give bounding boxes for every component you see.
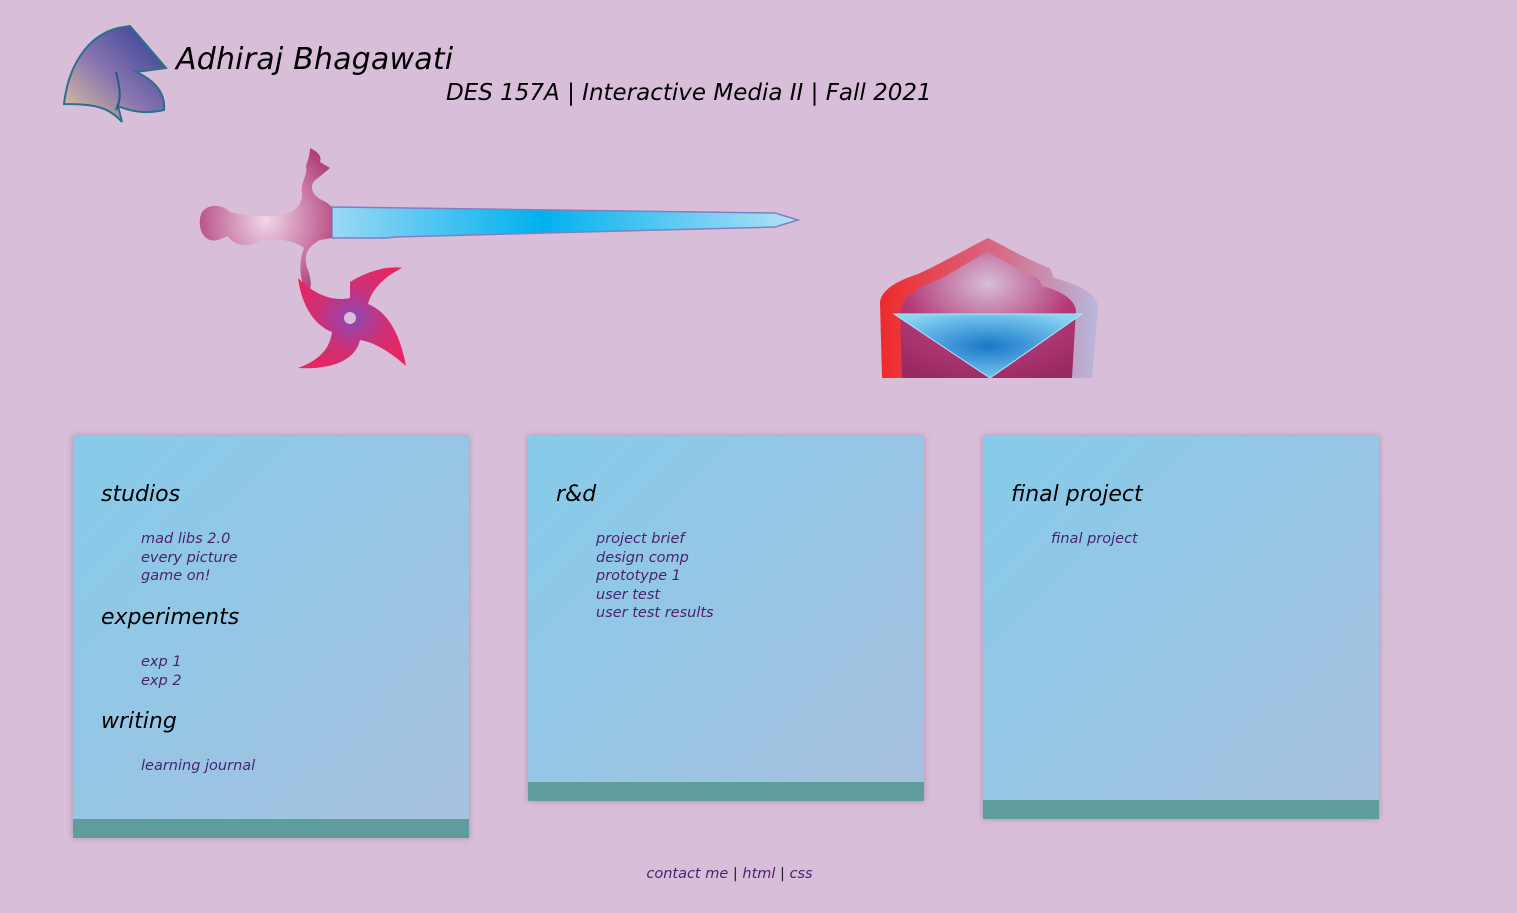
link-user-test-results[interactable]: user test results (596, 604, 714, 623)
link-game-on[interactable]: game on! (141, 567, 238, 586)
link-user-test[interactable]: user test (596, 586, 714, 605)
link-project-brief[interactable]: project brief (596, 530, 714, 549)
link-mad-libs[interactable]: mad libs 2.0 (141, 530, 238, 549)
section-title-studios: studios (101, 482, 181, 507)
footer-separator: | (780, 866, 785, 882)
section-title-writing: writing (101, 709, 177, 734)
logo-icon[interactable] (62, 22, 172, 124)
sword-illustration (199, 148, 801, 369)
section-title-rd: r&d (556, 482, 597, 507)
course-title: DES 157A | Interactive Media II | Fall 2… (446, 80, 932, 106)
link-exp-2[interactable]: exp 2 (141, 672, 182, 691)
link-prototype-1[interactable]: prototype 1 (596, 567, 714, 586)
card-footer-bar (983, 800, 1379, 819)
footer-links: contact me | html | css (0, 866, 1459, 882)
card-final-project: final project final project (983, 436, 1379, 819)
studios-link-list: mad libs 2.0 every picture game on! (141, 530, 238, 586)
section-title-experiments: experiments (101, 605, 240, 630)
card-studios: studios mad libs 2.0 every picture game … (73, 436, 469, 838)
final-project-link-list: final project (1051, 530, 1138, 549)
shield-illustration (880, 238, 1098, 378)
site-name: Adhiraj Bhagawati (176, 42, 454, 77)
rd-link-list: project brief design comp prototype 1 us… (596, 530, 714, 623)
html-link[interactable]: html (742, 866, 775, 882)
writing-link-list: learning journal (141, 757, 255, 776)
link-exp-1[interactable]: exp 1 (141, 653, 182, 672)
contact-link[interactable]: contact me (646, 866, 728, 882)
link-final-project[interactable]: final project (1051, 530, 1138, 549)
section-title-final-project: final project (1011, 482, 1143, 507)
card-footer-bar (73, 819, 469, 838)
card-footer-bar (528, 782, 924, 801)
link-design-comp[interactable]: design comp (596, 549, 714, 568)
link-learning-journal[interactable]: learning journal (141, 757, 255, 776)
css-link[interactable]: css (790, 866, 813, 882)
experiments-link-list: exp 1 exp 2 (141, 653, 182, 690)
footer-separator: | (732, 866, 738, 882)
link-every-picture[interactable]: every picture (141, 549, 238, 568)
card-rd: r&d project brief design comp prototype … (528, 436, 924, 801)
